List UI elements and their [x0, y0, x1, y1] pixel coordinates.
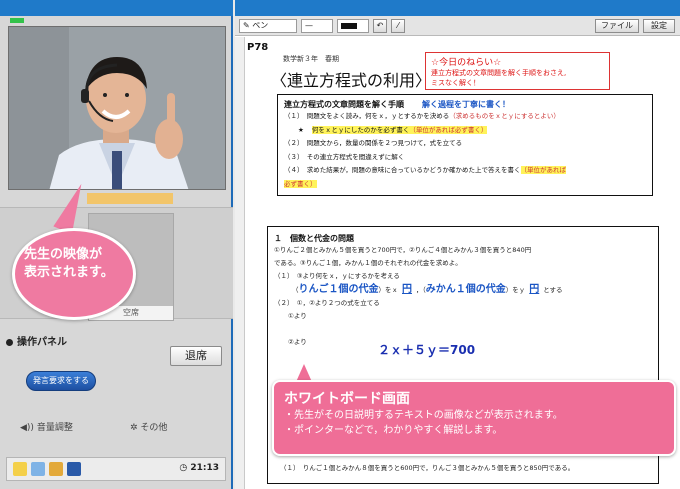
assign-end: とする	[543, 286, 563, 294]
mikan-unit: 円	[529, 284, 540, 295]
aim-box: ☆今日のねらい☆ 連立方程式の文章問題を解く手順をおさえ, ミスなく解く！	[425, 52, 610, 90]
problem-line-1: ①りんご２個とみかん５個を買うと700円で，②りんご４個とみかん３個を買うと84…	[274, 246, 532, 254]
network-icon[interactable]	[31, 462, 45, 476]
step-4-note: （単位があれば	[520, 166, 567, 174]
other-label: その他	[140, 423, 168, 433]
from-1: ①より	[288, 312, 307, 320]
line-width-select[interactable]: —	[301, 19, 333, 33]
video-callout-text: 先生の映像が 表示されます。	[24, 246, 134, 282]
video-callout-line-1: 先生の映像が	[24, 247, 103, 262]
whiteboard-callout: ホワイトボード画面 ・先生がその日説明するテキストの画像などが表示されます。 ・…	[272, 380, 676, 456]
volume-label: 音量調整	[36, 423, 73, 433]
chat-icon[interactable]	[13, 462, 27, 476]
apple-unit: 円	[402, 284, 412, 295]
status-bar: ◷ 21:13	[6, 457, 226, 481]
clock-icon: ◷	[179, 463, 191, 473]
left-title-bar	[0, 0, 233, 16]
pencil-icon: ✎	[243, 21, 253, 30]
app-window: 空席 操作パネル 退席 発言要求をする ◀)) 音量調整 ✲ その他 ◷ 21:…	[0, 0, 680, 489]
apple-label: りんご１個の代金	[298, 284, 379, 295]
steps-box: 連立方程式の文章問題を解く手順 解く過程を丁寧に書く！ （１） 問題文をよく読み，…	[277, 94, 653, 196]
name-bar	[87, 193, 173, 204]
problem-title: １ 個数と代金の問題	[274, 234, 354, 243]
clock: ◷ 21:13	[179, 463, 219, 473]
problem-line-4: （りんご１個の代金）をｘ 円，（みかん１個の代金）をｙ 円とする	[274, 283, 652, 297]
step-1-note: （求めるものをｘとｙにするとよい）	[449, 112, 560, 120]
step-4: （４） 求めた結果が，問題の意味に合っているかどうか確かめた上で答えを書く（単位…	[284, 164, 646, 178]
settings-button[interactable]: 設定	[643, 19, 675, 33]
clock-time: 21:13	[190, 463, 219, 473]
control-panel-title: 操作パネル	[6, 333, 67, 348]
doc-subtitle: 数学新３年 春期	[283, 55, 339, 63]
whiteboard-callout-line-2: ・ポインターなどで，わかりやすく解説します。	[284, 425, 503, 436]
step-2: （２） 問題文から，数量の関係を２つ見つけて，式を立てる	[284, 139, 463, 147]
step-1b-text: 何をｘとｙにしたのかを必ず書く	[311, 125, 410, 134]
right-title-bar	[235, 0, 680, 16]
whiteboard-callout-line-1: ・先生がその日説明するテキストの画像などが表示されます。	[284, 410, 563, 421]
volume-control[interactable]: ◀)) 音量調整	[20, 420, 73, 433]
line-icon: —	[305, 21, 313, 30]
pen-label: ペン	[252, 21, 269, 30]
step-1b: ★ 何をｘとｙにしたのかを必ず書く（単位があれば必ず書く）	[284, 124, 646, 138]
step-4-text: （４） 求めた結果が，問題の意味に合っているかどうか確かめた上で答えを書く	[284, 166, 521, 174]
problem-bottom-line: （１） りんご１個とみかん８個を買うと600円で，りんご３個とみかん５個を買うと…	[280, 464, 575, 472]
signal-indicator	[10, 18, 24, 23]
step-3: （３） その連立方程式を間違えずに解く	[284, 152, 405, 161]
color-select[interactable]	[337, 19, 369, 33]
teacher-silhouette	[9, 27, 225, 189]
paren-open-2: ，（	[416, 286, 426, 294]
bullet-icon	[6, 338, 13, 346]
aim-line-1: 連立方程式の文章問題を解く手順をおさえ,	[431, 69, 567, 77]
problem-line-3: （１） ③より何をｘ，ｙにするかを考える	[274, 272, 400, 280]
steps-title: 連立方程式の文章問題を解く手順 解く過程を丁寧に書く！	[284, 99, 646, 110]
leave-button[interactable]: 退席	[170, 346, 222, 366]
problem-line-2: である。③りんご１個，みかん１個のそれぞれの代金を求めよ。	[274, 259, 462, 267]
equation-1: ２ｘ＋５ｙ＝700	[378, 343, 476, 357]
video-callout-line-2: 表示されます。	[24, 265, 114, 280]
control-panel-label: 操作パネル	[17, 337, 67, 348]
whiteboard-toolbar: ✎ ペン — ↶ ⁄ ファイル 設定	[235, 16, 680, 36]
pen-select[interactable]: ✎ ペン	[239, 19, 297, 33]
vertical-scrollbar[interactable]	[235, 37, 245, 489]
request-speak-button[interactable]: 発言要求をする	[26, 371, 96, 391]
aim-line-2: ミスなく解く！	[431, 79, 480, 87]
color-swatch-icon	[341, 22, 357, 29]
steps-note: 解く過程を丁寧に書く！	[422, 100, 510, 109]
board-icon[interactable]	[67, 462, 81, 476]
star-icon: ★	[298, 125, 304, 134]
page-number: P78	[247, 42, 269, 53]
step-1b-note: （単位があれば必ず書く）	[409, 125, 488, 134]
step-4-cont: 必ず書く）	[284, 178, 646, 192]
whiteboard-callout-title: ホワイトボード画面	[284, 391, 410, 407]
doc-heading: 〈連立方程式の利用〉	[271, 71, 432, 90]
steps-title-text: 連立方程式の文章問題を解く手順	[284, 100, 404, 109]
other-menu[interactable]: ✲ その他	[130, 420, 167, 433]
teacher-video	[8, 26, 226, 190]
mikan-label: みかん１個の代金	[425, 284, 506, 295]
step-1: （１） 問題文をよく読み，何をｘ，ｙとするかを決める（求めるものをｘとｙにすると…	[284, 110, 646, 124]
file-button[interactable]: ファイル	[595, 19, 639, 33]
x-assign: ）をｘ	[378, 286, 399, 294]
undo-button[interactable]: ↶	[373, 19, 387, 33]
gear-icon: ✲	[130, 423, 138, 433]
eraser-button[interactable]: ⁄	[391, 19, 405, 33]
y-assign: ）をｙ	[505, 286, 526, 294]
step-4-note-2: 必ず書く）	[284, 179, 317, 188]
speaker-icon: ◀))	[20, 423, 34, 433]
lock-icon[interactable]	[49, 462, 63, 476]
step-1-text: （１） 問題文をよく読み，何をｘ，ｙとするかを決める	[284, 112, 450, 120]
aim-title: ☆今日のねらい☆	[431, 58, 502, 68]
problem-line-5: （２） ①，②より２つの式を立てる	[274, 299, 380, 307]
